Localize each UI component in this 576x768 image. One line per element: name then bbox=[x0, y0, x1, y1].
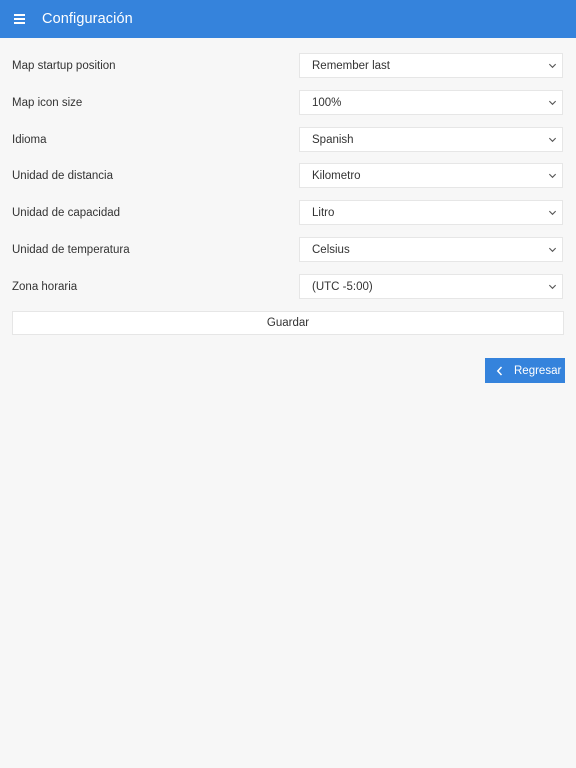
chevron-down-icon bbox=[548, 137, 557, 143]
chevron-left-icon bbox=[496, 365, 503, 376]
back-button-label: Regresar bbox=[514, 364, 562, 377]
map-icon-size-select[interactable]: 100% bbox=[299, 90, 563, 115]
setting-label: Zona horaria bbox=[12, 281, 78, 293]
app-header: Configuración bbox=[0, 0, 576, 38]
chevron-down-icon bbox=[548, 173, 557, 179]
setting-label: Idioma bbox=[12, 134, 47, 146]
setting-label: Map icon size bbox=[12, 97, 83, 109]
temperature-unit-select[interactable]: Celsius bbox=[299, 237, 563, 262]
select-value: Litro bbox=[312, 207, 335, 219]
chevron-down-icon bbox=[548, 210, 557, 216]
setting-label: Unidad de capacidad bbox=[12, 207, 121, 219]
setting-label: Unidad de temperatura bbox=[12, 244, 130, 256]
hamburger-menu-icon bbox=[13, 14, 25, 24]
setting-row-language: Idioma Spanish bbox=[0, 127, 576, 153]
select-value: Kilometro bbox=[312, 170, 361, 182]
chevron-down-icon bbox=[548, 63, 557, 69]
chevron-down-icon bbox=[548, 284, 557, 290]
map-startup-position-select[interactable]: Remember last bbox=[299, 53, 563, 78]
select-value: Spanish bbox=[312, 134, 354, 146]
save-button[interactable]: Guardar bbox=[12, 311, 564, 335]
setting-row-distance-unit: Unidad de distancia Kilometro bbox=[0, 163, 576, 189]
chevron-down-icon bbox=[548, 247, 557, 253]
timezone-select[interactable]: (UTC -5:00) bbox=[299, 274, 563, 299]
select-value: (UTC -5:00) bbox=[312, 281, 373, 293]
setting-row-capacity-unit: Unidad de capacidad Litro bbox=[0, 200, 576, 226]
setting-row-map-icon-size: Map icon size 100% bbox=[0, 90, 576, 116]
setting-row-timezone: Zona horaria (UTC -5:00) bbox=[0, 274, 576, 300]
capacity-unit-select[interactable]: Litro bbox=[299, 200, 563, 225]
select-value: 100% bbox=[312, 97, 342, 109]
setting-label: Map startup position bbox=[12, 60, 116, 72]
back-button[interactable]: Regresar bbox=[485, 358, 565, 383]
select-value: Celsius bbox=[312, 244, 350, 256]
select-value: Remember last bbox=[312, 60, 390, 72]
setting-row-temperature-unit: Unidad de temperatura Celsius bbox=[0, 237, 576, 263]
page-title: Configuración bbox=[42, 11, 133, 27]
setting-label: Unidad de distancia bbox=[12, 170, 114, 182]
language-select[interactable]: Spanish bbox=[299, 127, 563, 152]
setting-row-map-startup-position: Map startup position Remember last bbox=[0, 53, 576, 79]
menu-button[interactable] bbox=[12, 12, 26, 26]
distance-unit-select[interactable]: Kilometro bbox=[299, 163, 563, 188]
chevron-down-icon bbox=[548, 100, 557, 106]
